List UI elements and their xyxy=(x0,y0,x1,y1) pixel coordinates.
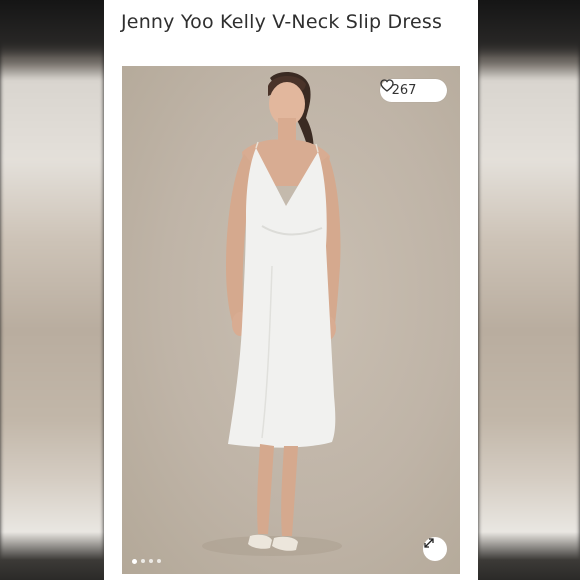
model-illustration xyxy=(202,72,342,556)
like-count: 267 xyxy=(391,83,417,98)
product-title: Jenny Yoo Kelly V-Neck Slip Dress xyxy=(121,11,443,33)
expand-button[interactable] xyxy=(423,537,447,561)
like-button[interactable]: 267 xyxy=(380,79,447,102)
pagination-dot-2[interactable] xyxy=(141,559,145,563)
backdrop-left xyxy=(0,0,104,580)
product-card: Jenny Yoo Kelly V-Neck Slip Dress 267 xyxy=(104,0,478,580)
backdrop-right xyxy=(478,0,580,580)
pagination-dot-4[interactable] xyxy=(157,559,161,563)
pagination-dot-3[interactable] xyxy=(149,559,153,563)
pagination-dot-1[interactable] xyxy=(132,558,137,564)
product-photo[interactable]: 267 xyxy=(122,66,460,574)
image-pagination xyxy=(132,558,161,564)
heart-icon xyxy=(380,79,435,97)
